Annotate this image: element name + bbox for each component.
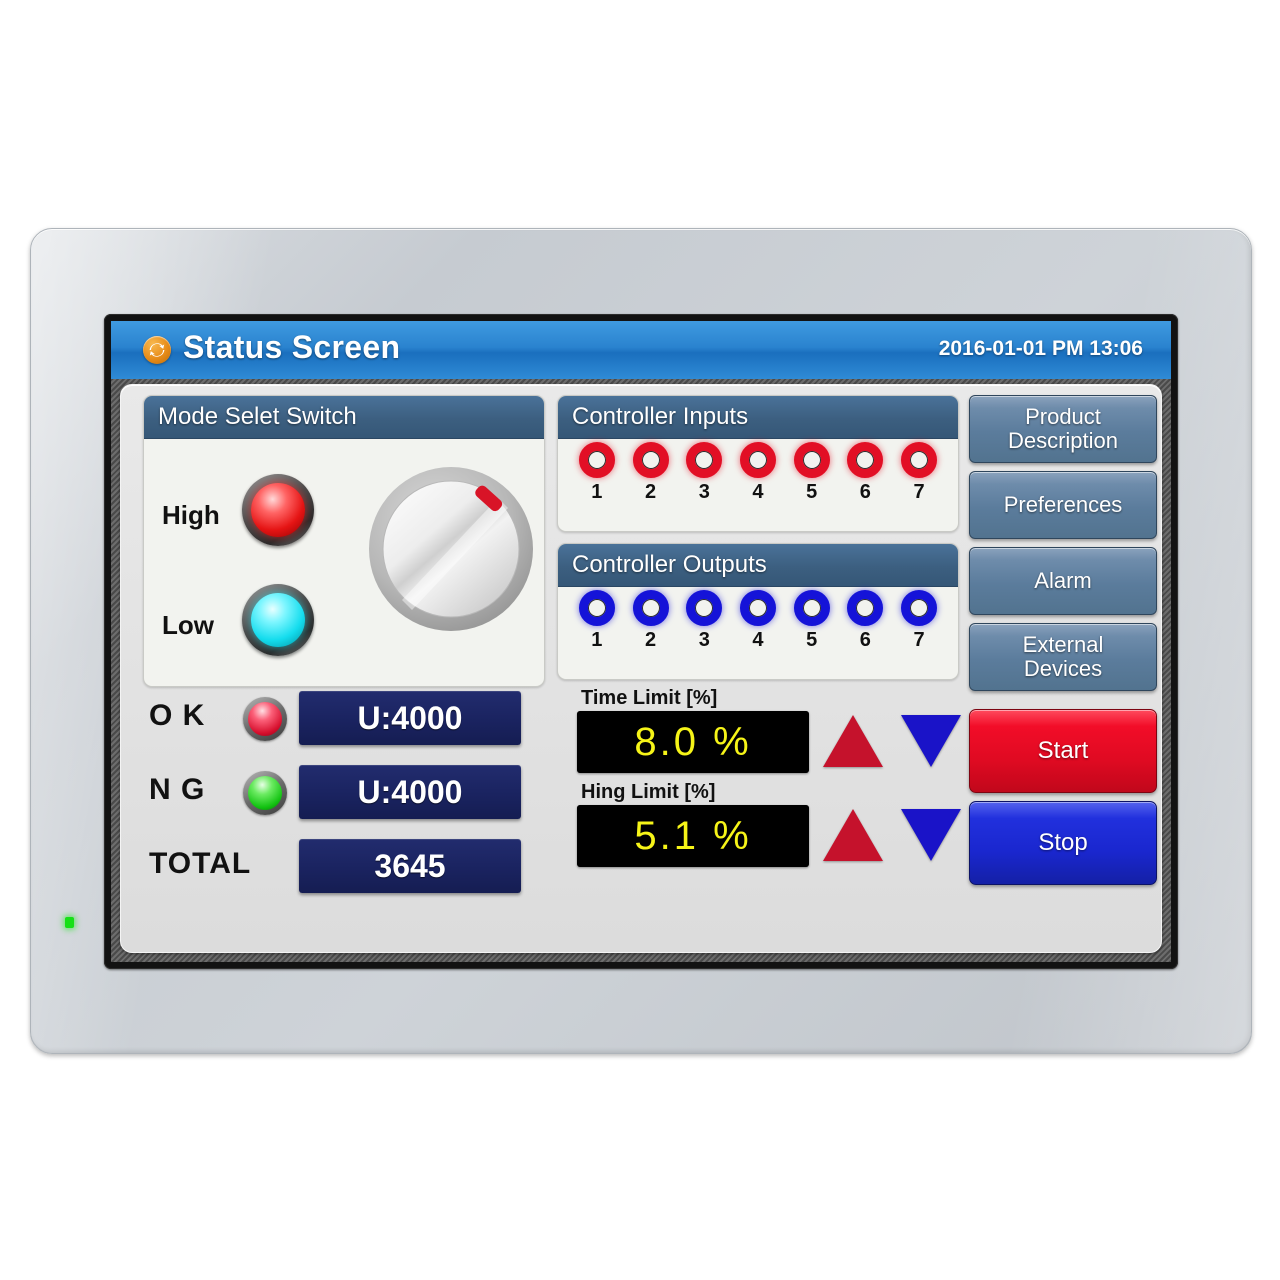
time-limit-increase-button[interactable] — [821, 711, 885, 769]
datetime-display: 2016-01-01 PM 13:06 — [938, 337, 1143, 360]
start-button[interactable]: Start — [969, 709, 1157, 793]
counter-value-ok[interactable]: U:4000 — [299, 691, 521, 745]
mode-rotary-knob[interactable] — [356, 464, 545, 634]
counter-lamp-ng — [243, 771, 287, 815]
led-red-icon — [901, 442, 938, 478]
time-limit-decrease-button[interactable] — [899, 711, 963, 769]
output-led-1[interactable]: 1 — [578, 590, 615, 652]
output-led-2[interactable]: 2 — [632, 590, 669, 652]
lamp-low[interactable] — [242, 584, 314, 656]
input-led-7[interactable]: 7 — [901, 442, 938, 504]
input-led-6[interactable]: 6 — [847, 442, 884, 504]
counter-label-total: TOTAL — [149, 847, 252, 880]
nav-button-product-description[interactable]: Product Description — [969, 395, 1157, 463]
led-blue-icon — [686, 590, 723, 626]
hing-limit-label: Hing Limit [%] — [581, 781, 716, 803]
time-limit-value: 8.0 % — [577, 711, 809, 773]
lamp-label-high: High — [162, 500, 220, 530]
led-red-icon — [739, 442, 776, 478]
lcd-screen: Status Screen 2016-01-01 PM 13:06 Mode S… — [111, 321, 1171, 962]
nav-button-external-devices[interactable]: External Devices — [969, 623, 1157, 691]
lcd-background-texture: Mode Selet Switch High Low Controller In… — [111, 379, 1171, 962]
counter-value-ng[interactable]: U:4000 — [299, 765, 521, 819]
input-led-1[interactable]: 1 — [578, 442, 615, 504]
triangle-up-icon — [823, 715, 883, 767]
controller-outputs-led-row: 1 2 3 4 5 6 7 — [558, 590, 958, 674]
led-blue-icon — [632, 590, 669, 626]
nav-button-alarm[interactable]: Alarm — [969, 547, 1157, 615]
lamp-label-low: Low — [162, 610, 214, 640]
power-led-indicator — [65, 917, 74, 928]
controller-outputs-panel: Controller Outputs 1 2 3 4 5 6 7 — [557, 543, 959, 680]
led-red-icon — [686, 442, 723, 478]
nav-button-preferences[interactable]: Preferences — [969, 471, 1157, 539]
hing-limit-decrease-button[interactable] — [899, 805, 963, 863]
triangle-down-icon — [901, 809, 961, 861]
led-blue-icon — [901, 590, 938, 626]
title-bar: Status Screen 2016-01-01 PM 13:06 — [111, 321, 1171, 380]
led-blue-icon — [739, 590, 776, 626]
controller-inputs-led-row: 1 2 3 4 5 6 7 — [558, 442, 958, 526]
controller-inputs-title: Controller Inputs — [558, 396, 958, 439]
led-red-icon — [632, 442, 669, 478]
counter-label-ok: O K — [149, 699, 206, 732]
triangle-up-icon — [823, 809, 883, 861]
led-blue-icon — [578, 590, 615, 626]
input-led-5[interactable]: 5 — [793, 442, 830, 504]
controller-inputs-panel: Controller Inputs 1 2 3 4 5 6 7 — [557, 395, 959, 532]
refresh-icon[interactable] — [143, 336, 171, 364]
led-red-icon — [847, 442, 884, 478]
time-limit-label: Time Limit [%] — [581, 687, 718, 709]
hing-limit-value: 5.1 % — [577, 805, 809, 867]
page-title: Status Screen — [183, 329, 401, 365]
hmi-device-bezel: Status Screen 2016-01-01 PM 13:06 Mode S… — [30, 228, 1252, 1054]
counter-value-total[interactable]: 3645 — [299, 839, 521, 893]
stop-button[interactable]: Stop — [969, 801, 1157, 885]
lamp-high[interactable] — [242, 474, 314, 546]
input-led-4[interactable]: 4 — [739, 442, 776, 504]
led-blue-icon — [847, 590, 884, 626]
output-led-4[interactable]: 4 — [739, 590, 776, 652]
input-led-2[interactable]: 2 — [632, 442, 669, 504]
output-led-5[interactable]: 5 — [793, 590, 830, 652]
output-led-7[interactable]: 7 — [901, 590, 938, 652]
content-card: Mode Selet Switch High Low Controller In… — [120, 384, 1162, 953]
triangle-down-icon — [901, 715, 961, 767]
mode-select-switch-panel: Mode Selet Switch High Low — [143, 395, 545, 687]
mode-panel-title: Mode Selet Switch — [144, 396, 544, 439]
led-red-icon — [793, 442, 830, 478]
output-led-6[interactable]: 6 — [847, 590, 884, 652]
input-led-3[interactable]: 3 — [686, 442, 723, 504]
output-led-3[interactable]: 3 — [686, 590, 723, 652]
controller-outputs-title: Controller Outputs — [558, 544, 958, 587]
led-red-icon — [578, 442, 615, 478]
led-blue-icon — [793, 590, 830, 626]
counter-lamp-ok — [243, 697, 287, 741]
counter-label-ng: N G — [149, 773, 206, 806]
hing-limit-increase-button[interactable] — [821, 805, 885, 863]
lcd-frame: Status Screen 2016-01-01 PM 13:06 Mode S… — [104, 314, 1178, 969]
